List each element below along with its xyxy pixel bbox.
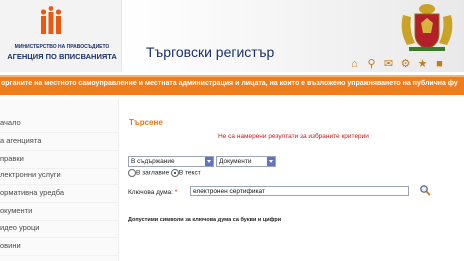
sidebar-item-label: идео уроци xyxy=(0,223,40,232)
sidebar-item-label: ачало xyxy=(0,118,21,127)
required-marker: * xyxy=(174,189,178,196)
search-in-options: В заглавие В текст xyxy=(128,169,201,177)
map-icon[interactable]: ■ xyxy=(433,58,446,71)
mail-icon[interactable]: ✉ xyxy=(382,58,395,71)
radio-in-title[interactable] xyxy=(128,169,136,177)
sidebar-item-news[interactable]: овини xyxy=(0,237,118,256)
coat-of-arms-icon xyxy=(401,4,453,51)
radio-in-text[interactable] xyxy=(170,169,179,177)
search-icon[interactable] xyxy=(419,184,431,196)
toolbar: ⌂ ⚲ ✉ ⚙ ★ ■ xyxy=(348,58,446,72)
search-type-select[interactable]: Документи xyxy=(216,156,276,167)
sidebar-item-e-services[interactable]: лектронни услуги xyxy=(0,166,118,185)
sidebar-item-label: а агенцията xyxy=(0,136,42,145)
keyword-hint: Допустими символи за ключова дума са бук… xyxy=(128,217,282,223)
sidebar-item-home[interactable]: ачало xyxy=(0,114,118,133)
chevron-down-icon[interactable] xyxy=(267,157,275,166)
sidebar-item-label: лектронни услуги xyxy=(0,170,61,179)
sidebar-item-label: правки xyxy=(0,154,24,163)
search-icon[interactable]: ⚲ xyxy=(365,58,378,71)
keyword-input[interactable]: електронен сертификат xyxy=(190,186,409,196)
keyword-label-text: Ключова дума: xyxy=(128,189,173,196)
news-ticker: органите на местното самоуправление и ме… xyxy=(0,75,464,95)
sidebar-item-about[interactable]: а агенцията xyxy=(0,132,118,151)
agency-logo[interactable]: МИНИСТЕРСТВО НА ПРАВОСЪДИЕТО АГЕНЦИЯ ПО … xyxy=(0,0,122,72)
agency-logo-icon xyxy=(40,6,62,34)
chevron-down-icon[interactable] xyxy=(205,157,213,166)
sidebar: ачало а агенцията правки лектронни услуг… xyxy=(0,100,119,261)
sidebar-item-label: окументи xyxy=(0,206,33,215)
ministry-name: МИНИСТЕРСТВО НА ПРАВОСЪДИЕТО xyxy=(14,44,110,50)
home-icon[interactable]: ⌂ xyxy=(348,58,361,71)
sidebar-item-label: ормативна уредба xyxy=(0,188,65,197)
sidebar-item-legislation[interactable]: ормативна уредба xyxy=(0,184,118,203)
search-panel: Търсене Не са намерени резултати за избр… xyxy=(124,112,464,261)
search-scope-value: В съдържание xyxy=(131,158,175,165)
radio-in-text-label: В текст xyxy=(178,169,201,177)
site-title: Търговски регистър xyxy=(146,44,275,60)
help-icon[interactable]: ★ xyxy=(416,58,429,71)
sitemap-icon[interactable]: ⚙ xyxy=(399,58,412,71)
no-results-message: Не са намерени резултати за избраните кр… xyxy=(218,133,369,140)
page-title: Търсене xyxy=(129,118,163,127)
header: МИНИСТЕРСТВО НА ПРАВОСЪДИЕТО АГЕНЦИЯ ПО … xyxy=(0,0,464,84)
agency-name: АГЕНЦИЯ ПО ВПИСВАНИЯТА xyxy=(7,52,117,61)
sidebar-item-label: овини xyxy=(0,241,21,250)
ticker-text: органите на местното самоуправление и ме… xyxy=(1,80,458,87)
radio-in-title-label: В заглавие xyxy=(136,169,170,177)
sidebar-item-video-lessons[interactable]: идео уроци xyxy=(0,219,118,238)
search-type-value: Документи xyxy=(219,158,252,165)
keyword-label: Ключова дума: * xyxy=(128,189,177,196)
search-scope-select[interactable]: В съдържание xyxy=(128,156,214,167)
